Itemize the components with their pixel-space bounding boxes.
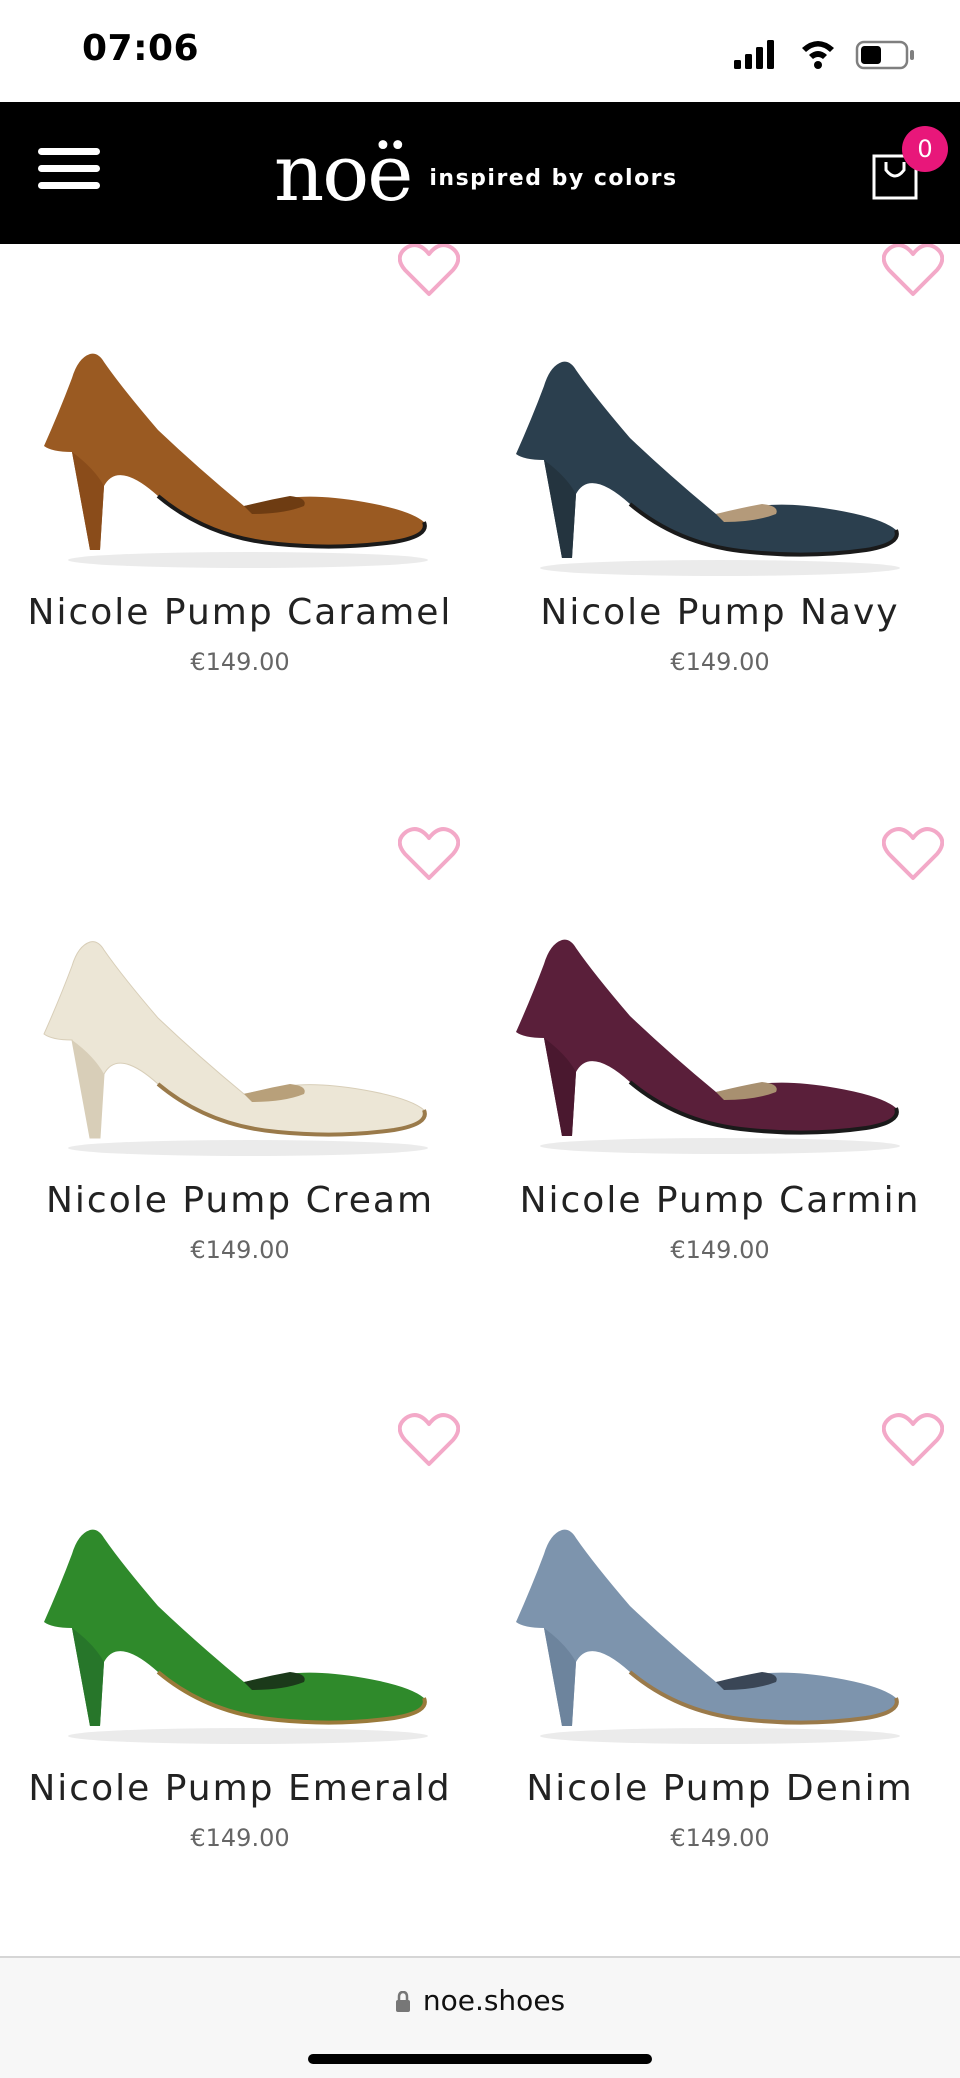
browser-bottom-bar: noe.shoes (0, 1956, 960, 2078)
site-logo[interactable]: noë inspired by colors (274, 124, 678, 224)
favorite-heart-icon[interactable] (882, 1412, 944, 1468)
product-image[interactable] (510, 904, 910, 1164)
product-price: €149.00 (670, 1824, 770, 1852)
product-card[interactable]: Nicole Pump Denim €149.00 (480, 1384, 960, 1956)
hamburger-menu-icon (38, 148, 100, 155)
favorite-heart-icon[interactable] (398, 1412, 460, 1468)
address-bar[interactable]: noe.shoes (0, 1984, 960, 2017)
home-indicator[interactable] (308, 2054, 652, 2064)
product-grid: Nicole Pump Caramel €149.00 Nicole Pump … (0, 244, 960, 1956)
product-name[interactable]: Nicole Pump Caramel (0, 592, 480, 633)
battery-icon (855, 40, 914, 70)
product-price: €149.00 (190, 1824, 290, 1852)
product-name[interactable]: Nicole Pump Emerald (0, 1768, 480, 1809)
favorite-heart-icon[interactable] (882, 244, 944, 298)
menu-button[interactable] (38, 148, 100, 198)
hamburger-line (38, 165, 100, 172)
product-card[interactable]: Nicole Pump Cream €149.00 (0, 796, 480, 1384)
favorite-heart-icon[interactable] (398, 244, 460, 298)
url-text: noe.shoes (422, 1984, 566, 2017)
product-price: €149.00 (670, 648, 770, 676)
product-image[interactable] (510, 326, 910, 586)
product-price: €149.00 (190, 648, 290, 676)
signal-icon (734, 40, 774, 69)
favorite-heart-icon[interactable] (398, 826, 460, 882)
product-image[interactable] (510, 1494, 910, 1754)
status-bar: 07:06 (0, 0, 960, 102)
product-price: €149.00 (190, 1236, 290, 1264)
lock-icon (395, 1991, 410, 2012)
product-card[interactable]: Nicole Pump Caramel €149.00 (0, 244, 480, 796)
site-header: noë inspired by colors 0 (0, 102, 960, 244)
product-name[interactable]: Nicole Pump Cream (0, 1180, 480, 1221)
logo-wordmark: noë (274, 129, 413, 219)
product-name[interactable]: Nicole Pump Denim (480, 1768, 960, 1809)
logo-tagline: inspired by colors (429, 165, 678, 191)
hamburger-line (38, 182, 100, 189)
favorite-heart-icon[interactable] (882, 826, 944, 882)
product-card[interactable]: Nicole Pump Carmin €149.00 (480, 796, 960, 1384)
status-time: 07:06 (82, 28, 200, 69)
product-card[interactable]: Nicole Pump Emerald €149.00 (0, 1384, 480, 1956)
product-image[interactable] (38, 906, 438, 1166)
product-card[interactable]: Nicole Pump Navy €149.00 (480, 244, 960, 796)
cart-count-badge: 0 (902, 126, 948, 172)
product-name[interactable]: Nicole Pump Carmin (480, 1180, 960, 1221)
product-name[interactable]: Nicole Pump Navy (480, 592, 960, 633)
product-image[interactable] (38, 1494, 438, 1754)
status-icons (726, 34, 916, 74)
wifi-icon (802, 41, 834, 69)
product-image[interactable] (38, 318, 438, 578)
product-price: €149.00 (670, 1236, 770, 1264)
